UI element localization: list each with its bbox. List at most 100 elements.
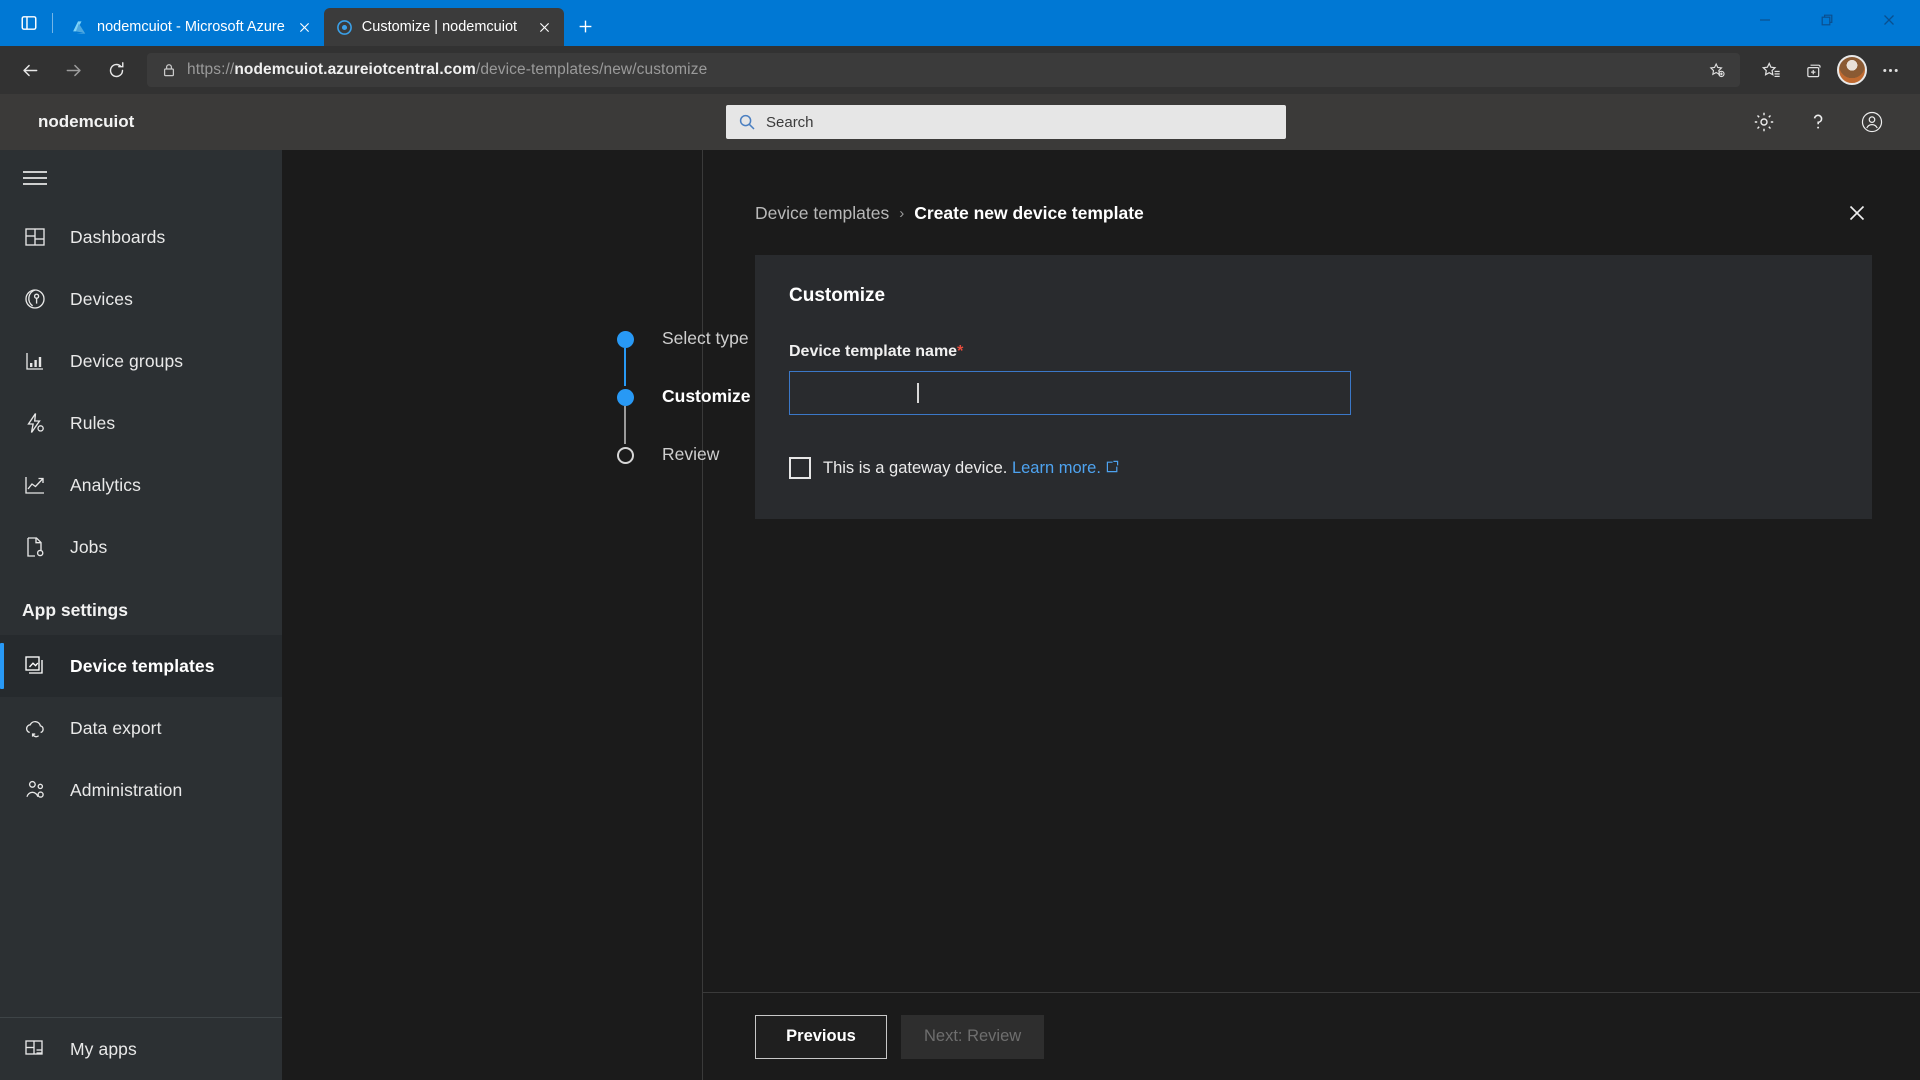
tab-close-icon[interactable] [534, 16, 556, 38]
address-bar[interactable]: https://nodemcuiot.azureiotcentral.com/d… [147, 53, 1740, 87]
back-button[interactable] [10, 52, 50, 88]
required-marker: * [957, 343, 963, 360]
collections-icon[interactable] [1794, 52, 1834, 88]
lock-icon [161, 62, 177, 78]
search-icon [738, 113, 756, 131]
settings-gear-icon[interactable] [1748, 106, 1780, 138]
data-export-icon [22, 715, 48, 741]
tab-search-button[interactable] [8, 0, 50, 46]
maximize-button[interactable] [1796, 0, 1858, 40]
azure-icon [71, 19, 88, 36]
panel-header: Device templates › Create new device tem… [703, 150, 1920, 230]
checkbox-text: This is a gateway device. [823, 459, 1007, 477]
administration-icon [22, 777, 48, 803]
step-marker-column [612, 444, 638, 464]
gateway-device-label: This is a gateway device. Learn more. [823, 459, 1119, 478]
close-button[interactable] [1858, 0, 1920, 40]
app-body: Dashboards Devices [0, 150, 1920, 1080]
tab-title: Customize | nodemcuiot [362, 19, 525, 35]
sidebar-item-analytics[interactable]: Analytics [0, 454, 282, 516]
sidebar-item-label: Administration [70, 780, 182, 801]
learn-more-link[interactable]: Learn more. [1012, 459, 1101, 477]
step-connector [624, 406, 626, 444]
settings-more-icon[interactable] [1870, 52, 1910, 88]
breadcrumb-current: Create new device template [914, 203, 1144, 224]
step-marker-column [612, 386, 638, 444]
device-template-name-input[interactable] [789, 371, 1351, 415]
sidebar-item-administration[interactable]: Administration [0, 759, 282, 821]
gateway-device-checkbox[interactable] [789, 457, 811, 479]
refresh-button[interactable] [96, 52, 136, 88]
browser-toolbar: https://nodemcuiot.azureiotcentral.com/d… [0, 46, 1920, 94]
device-groups-icon [22, 348, 48, 374]
sidebar-item-jobs[interactable]: Jobs [0, 516, 282, 578]
panel-footer: Previous Next: Review [703, 992, 1920, 1080]
step-marker-column [612, 328, 638, 386]
customize-card: Customize Device template name* This is … [755, 255, 1872, 519]
device-templates-icon [22, 653, 48, 679]
app-header: nodemcuiot Search [0, 94, 1920, 150]
sidebar-item-device-templates[interactable]: Device templates [0, 635, 282, 697]
panel-spacer [703, 519, 1920, 992]
text-cursor-icon [917, 383, 919, 403]
sidebar-item-my-apps[interactable]: My apps [0, 1018, 282, 1080]
favorites-icon[interactable] [1751, 52, 1791, 88]
next-review-button: Next: Review [901, 1015, 1044, 1059]
wizard-step-customize[interactable]: Customize [612, 386, 702, 444]
field-label-text: Device template name [789, 343, 957, 360]
breadcrumb-root-link[interactable]: Device templates [755, 203, 889, 224]
gateway-device-row: This is a gateway device. Learn more. [789, 457, 1838, 479]
previous-button[interactable]: Previous [755, 1015, 887, 1059]
tab-strip: nodemcuiot - Microsoft Azure Customize |… [0, 0, 1734, 46]
add-favorite-icon[interactable] [1702, 55, 1732, 85]
input-wrapper [789, 371, 1351, 415]
sidebar-item-device-groups[interactable]: Device groups [0, 330, 282, 392]
sidebar-item-devices[interactable]: Devices [0, 268, 282, 330]
rules-icon [22, 410, 48, 436]
sidebar-item-data-export[interactable]: Data export [0, 697, 282, 759]
tab-close-icon[interactable] [294, 16, 316, 38]
device-template-name-label: Device template name* [789, 343, 1838, 361]
tab-title: nodemcuiot - Microsoft Azure [97, 19, 285, 35]
browser-tab-customize[interactable]: Customize | nodemcuiot [324, 8, 564, 46]
url-text: https://nodemcuiot.azureiotcentral.com/d… [187, 61, 1692, 79]
help-icon[interactable] [1802, 106, 1834, 138]
sidebar-item-label: Rules [70, 413, 115, 434]
wizard-step-label: Select type [662, 328, 749, 349]
sidebar-item-label: Device templates [70, 656, 215, 677]
tab-divider [52, 13, 53, 33]
search-placeholder: Search [766, 114, 814, 131]
dashboard-icon [22, 224, 48, 250]
sidebar-item-label: Devices [70, 289, 133, 310]
sidebar-section-header: App settings [0, 578, 282, 635]
forward-button[interactable] [53, 52, 93, 88]
app-logo[interactable]: nodemcuiot [18, 112, 264, 132]
step-connector [624, 348, 626, 386]
app-search-wrap: Search [264, 105, 1748, 139]
iot-central-app: nodemcuiot Search [0, 94, 1920, 1080]
create-template-panel: Device templates › Create new device tem… [702, 150, 1920, 1080]
new-tab-button[interactable] [569, 9, 603, 43]
sidebar-item-label: Analytics [70, 475, 141, 496]
sidebar-item-label: My apps [70, 1039, 137, 1060]
wizard-step-label: Customize [662, 386, 750, 407]
search-input[interactable]: Search [726, 105, 1286, 139]
wizard-step-select-type[interactable]: Select type [612, 328, 702, 386]
external-link-icon [1105, 460, 1119, 474]
wizard-steps: Select type Customize [282, 150, 702, 1080]
close-icon[interactable] [1840, 196, 1874, 230]
my-apps-icon [22, 1036, 48, 1062]
account-icon[interactable] [1856, 106, 1888, 138]
menu-toggle-button[interactable] [0, 150, 282, 206]
content-area: Select type Customize [282, 150, 1920, 1080]
sidebar-nav: Dashboards Devices [0, 206, 282, 1017]
sidebar-item-dashboards[interactable]: Dashboards [0, 206, 282, 268]
sidebar: Dashboards Devices [0, 150, 282, 1080]
breadcrumb-separator-icon: › [899, 205, 904, 222]
wizard-step-review[interactable]: Review [612, 444, 702, 465]
profile-avatar[interactable] [1837, 55, 1867, 85]
minimize-button[interactable] [1734, 0, 1796, 40]
window-controls [1734, 0, 1920, 46]
browser-tab-azure[interactable]: nodemcuiot - Microsoft Azure [59, 8, 324, 46]
sidebar-item-rules[interactable]: Rules [0, 392, 282, 454]
